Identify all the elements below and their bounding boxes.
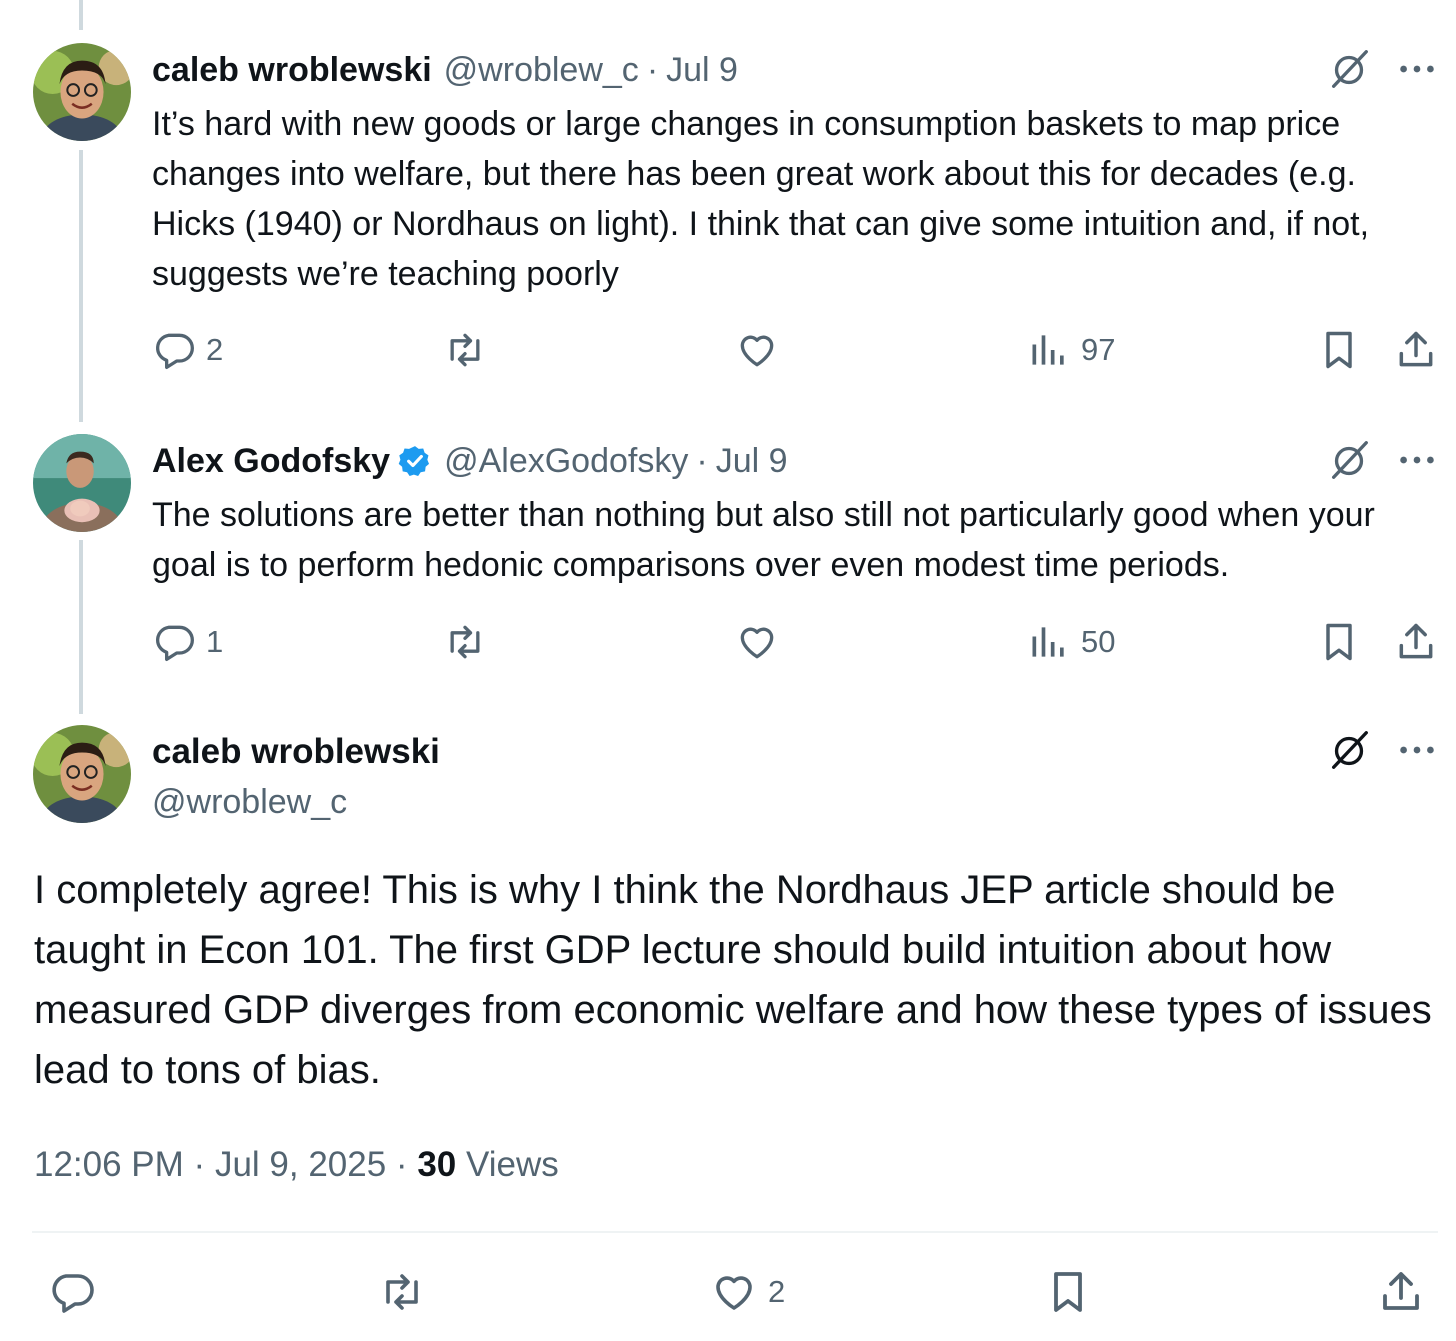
separator: · [646, 51, 659, 89]
action-bar: 2 [0, 1268, 1456, 1318]
retweet-icon [450, 333, 480, 367]
bookmark-icon [1326, 623, 1352, 661]
like-button[interactable] [735, 328, 779, 372]
views-icon [1032, 627, 1064, 657]
action-bar: 2 97 [0, 328, 1456, 378]
reply-button[interactable] [48, 1268, 96, 1316]
tweet-meta: 12:06 PM · Jul 9, 2025 · 30 Views [34, 1140, 559, 1190]
views-icon [1032, 335, 1064, 365]
grok-icon[interactable] [1326, 46, 1372, 92]
tweet-text: The solutions are better than nothing bu… [152, 496, 1375, 584]
divider [32, 1231, 1438, 1233]
share-icon [1399, 331, 1433, 367]
grok-icon[interactable] [1326, 437, 1372, 483]
tweet-text: It’s hard with new goods or large change… [152, 105, 1370, 293]
tweet-date[interactable]: Jul 9 [716, 441, 788, 481]
avatar[interactable] [33, 434, 131, 532]
like-icon [716, 1276, 752, 1310]
reply-icon [52, 1274, 94, 1313]
reply-button[interactable]: 2 [152, 328, 223, 372]
tweet-date[interactable]: Jul 9, 2025 [215, 1145, 386, 1184]
bookmark-icon [1054, 1272, 1082, 1312]
bookmark-button[interactable] [1044, 1268, 1092, 1316]
bookmark-button[interactable] [1317, 328, 1361, 372]
author-name[interactable]: Alex Godofsky [152, 441, 390, 481]
tweet-header: Alex Godofsky @AlexGodofsky · Jul 9 [152, 441, 788, 481]
avatar[interactable] [33, 43, 131, 141]
views-button[interactable]: 97 [1027, 328, 1115, 372]
retweet-icon [450, 625, 480, 659]
share-button[interactable] [1394, 620, 1438, 664]
like-icon [740, 335, 774, 367]
like-button[interactable]: 2 [710, 1268, 785, 1316]
like-count: 2 [768, 1274, 786, 1309]
author-name[interactable]: caleb wroblewski [152, 730, 440, 774]
separator: · [696, 442, 708, 480]
views-count: 50 [1081, 624, 1116, 659]
share-icon [1383, 1272, 1419, 1310]
views-count: 30 [417, 1145, 457, 1184]
tweet-time[interactable]: 12:06 PM [34, 1145, 184, 1184]
avatar[interactable] [33, 725, 131, 823]
reply-icon [156, 625, 194, 662]
retweet-icon [386, 1274, 418, 1310]
retweet-button[interactable] [443, 620, 487, 664]
share-icon [1399, 623, 1433, 659]
author-handle[interactable]: @wroblew_c [444, 50, 639, 90]
author-name[interactable]: caleb wroblewski [152, 50, 432, 90]
reply-count: 1 [206, 624, 224, 659]
action-bar: 1 50 [0, 620, 1456, 670]
author-handle[interactable]: @wroblew_c [152, 780, 347, 824]
grok-icon[interactable] [1326, 727, 1372, 773]
bookmark-icon [1326, 331, 1352, 369]
more-icon[interactable] [1394, 437, 1440, 483]
views-count: 97 [1081, 332, 1116, 367]
like-button[interactable] [735, 620, 779, 664]
retweet-button[interactable] [443, 328, 487, 372]
separator: · [193, 1145, 206, 1184]
like-icon [740, 627, 774, 659]
views-label: Views [465, 1145, 559, 1184]
share-button[interactable] [1394, 328, 1438, 372]
bookmark-button[interactable] [1317, 620, 1361, 664]
author-handle[interactable]: @AlexGodofsky [444, 441, 688, 481]
thread-line [79, 0, 83, 30]
tweet-text: I completely agree! This is why I think … [34, 868, 1432, 1092]
thread-line [79, 150, 83, 422]
tweet-header: caleb wroblewski @wroblew_c · Jul 9 [152, 50, 738, 90]
more-icon[interactable] [1394, 727, 1440, 773]
share-button[interactable] [1377, 1268, 1425, 1316]
tweet-date[interactable]: Jul 9 [666, 50, 738, 90]
retweet-button[interactable] [378, 1268, 426, 1316]
views-button[interactable]: 50 [1027, 620, 1115, 664]
separator: · [395, 1145, 408, 1184]
reply-button[interactable]: 1 [152, 620, 223, 664]
reply-icon [156, 333, 194, 370]
more-icon[interactable] [1394, 46, 1440, 92]
reply-count: 2 [206, 332, 224, 367]
verified-badge-icon [398, 444, 432, 478]
